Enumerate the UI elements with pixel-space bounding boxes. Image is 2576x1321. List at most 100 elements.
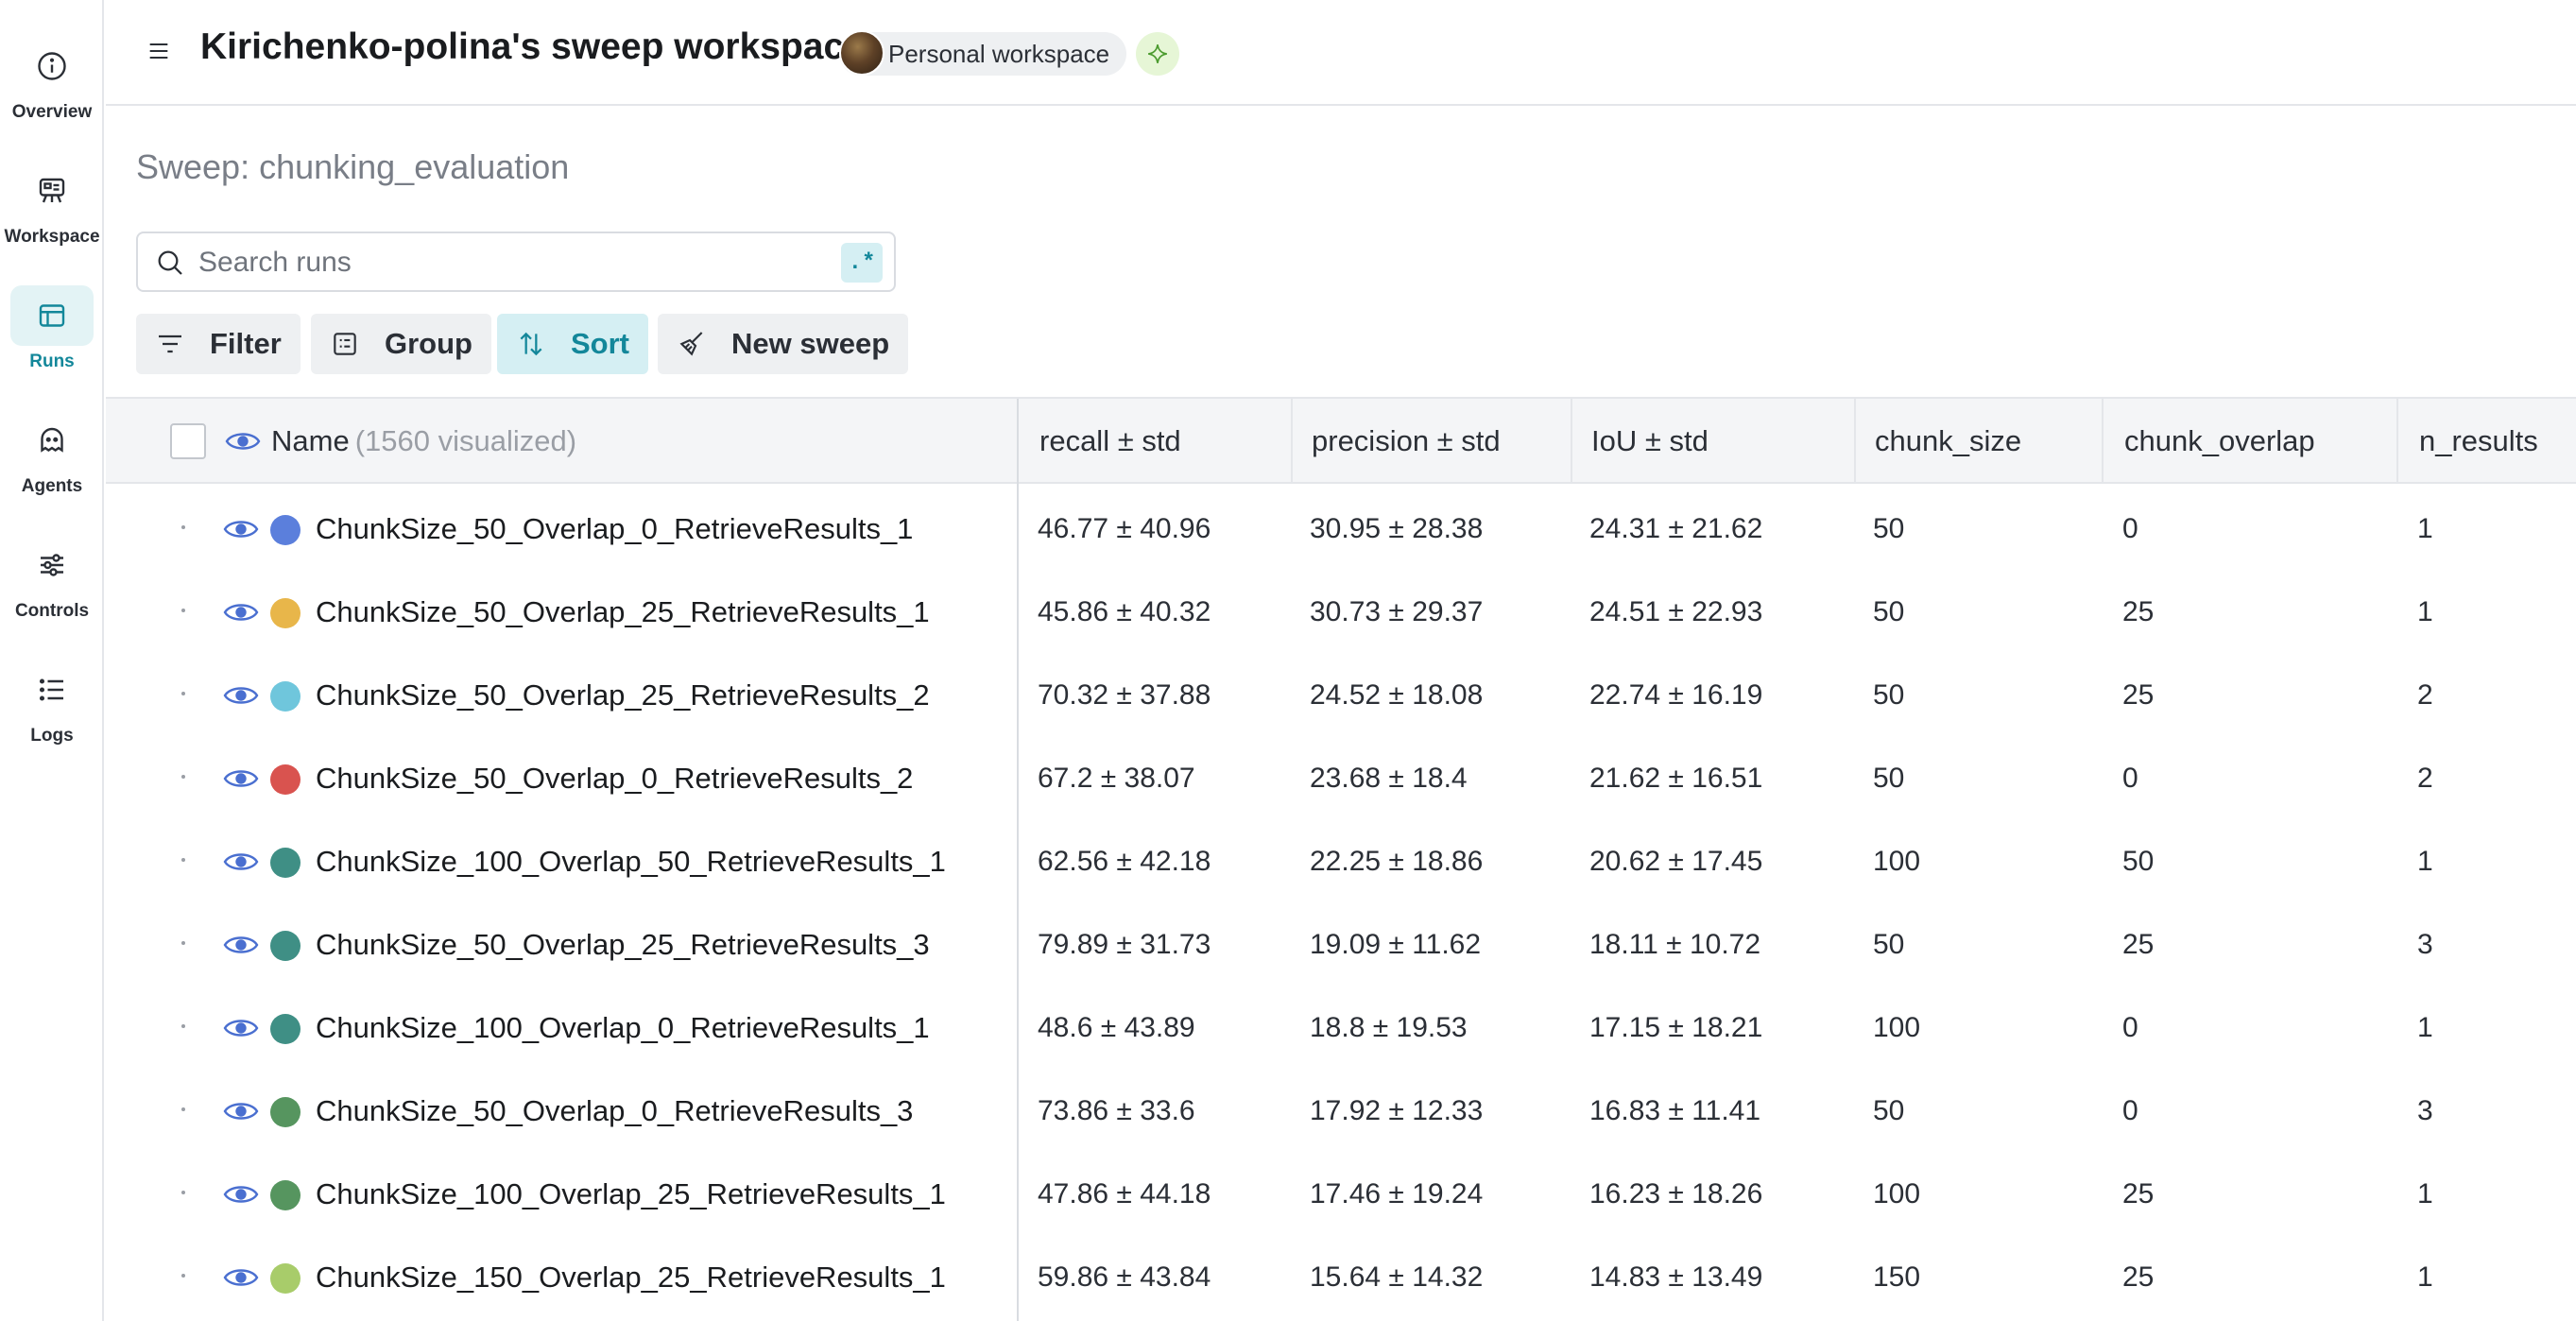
table-cell: 24.51 ± 22.93 [1589, 596, 1763, 627]
table-cell: 50 [1873, 763, 1905, 794]
nav-controls[interactable]: Controls [0, 518, 104, 622]
run-color-swatch[interactable] [270, 1097, 301, 1127]
table-cell: 17.46 ± 19.24 [1310, 1178, 1484, 1209]
row-handle-dot [181, 1024, 185, 1028]
run-color-swatch[interactable] [270, 931, 301, 961]
group-button[interactable]: Group [311, 314, 491, 374]
eye-icon[interactable] [223, 600, 259, 625]
eye-icon[interactable] [223, 766, 259, 791]
run-name[interactable]: ChunkSize_100_Overlap_0_RetrieveResults_… [316, 986, 930, 1070]
eye-icon[interactable] [223, 1265, 259, 1290]
column-header[interactable]: recall ± std [1039, 399, 1181, 484]
table-cell: 100 [1873, 1178, 1921, 1209]
table-row[interactable]: ChunkSize_50_Overlap_0_RetrieveResults_2… [106, 737, 2576, 820]
select-all-checkbox[interactable] [170, 423, 206, 459]
table-row[interactable]: ChunkSize_100_Overlap_25_RetrieveResults… [106, 1153, 2576, 1236]
table-cell: 59.86 ± 43.84 [1038, 1261, 1211, 1293]
table-cell: 2 [2417, 763, 2433, 794]
column-header[interactable]: n_results [2419, 399, 2538, 484]
run-name[interactable]: ChunkSize_150_Overlap_25_RetrieveResults… [316, 1236, 946, 1319]
nav-workspace-label: Workspace [4, 227, 100, 247]
table-icon [10, 285, 94, 346]
eye-icon[interactable] [223, 517, 259, 541]
run-name[interactable]: ChunkSize_100_Overlap_50_RetrieveResults… [316, 820, 946, 903]
filter-button-label: Filter [210, 327, 282, 360]
table-row[interactable]: ChunkSize_50_Overlap_25_RetrieveResults_… [106, 654, 2576, 737]
table-cell: 25 [2122, 1261, 2155, 1293]
search-icon [158, 250, 182, 275]
table-cell: 23.68 ± 18.4 [1310, 763, 1468, 794]
filter-button[interactable]: Filter [136, 314, 301, 374]
eye-icon[interactable] [223, 849, 259, 874]
nav-runs-label: Runs [29, 352, 75, 371]
run-color-swatch[interactable] [270, 764, 301, 795]
table-row[interactable]: ChunkSize_50_Overlap_25_RetrieveResults_… [106, 571, 2576, 654]
table-cell: 14.83 ± 13.49 [1589, 1261, 1763, 1293]
table-row[interactable]: ChunkSize_50_Overlap_25_RetrieveResults_… [106, 903, 2576, 986]
eye-icon[interactable] [223, 1182, 259, 1207]
column-divider [1854, 399, 1856, 484]
run-name[interactable]: ChunkSize_50_Overlap_25_RetrieveResults_… [316, 903, 930, 986]
table-cell: 70.32 ± 37.88 [1038, 679, 1211, 711]
table-cell: 48.6 ± 43.89 [1038, 1012, 1195, 1043]
table-cell: 17.92 ± 12.33 [1310, 1095, 1484, 1126]
table-cell: 50 [1873, 679, 1905, 711]
table-row[interactable]: ChunkSize_150_Overlap_25_RetrieveResults… [106, 1236, 2576, 1319]
run-color-swatch[interactable] [270, 1014, 301, 1044]
table-cell: 1 [2417, 513, 2433, 544]
run-name[interactable]: ChunkSize_50_Overlap_0_RetrieveResults_1 [316, 488, 913, 571]
table-cell: 1 [2417, 1178, 2433, 1209]
eye-icon[interactable] [223, 683, 259, 708]
hamburger-menu-icon[interactable] [144, 36, 174, 66]
search-input[interactable] [198, 239, 765, 286]
eye-icon[interactable] [225, 429, 261, 454]
table-row[interactable]: ChunkSize_50_Overlap_0_RetrieveResults_1… [106, 488, 2576, 571]
nav-runs[interactable]: Runs [0, 268, 104, 372]
table-row[interactable]: ChunkSize_50_Overlap_0_RetrieveResults_3… [106, 1070, 2576, 1153]
new-sweep-button[interactable]: New sweep [658, 314, 909, 374]
run-color-swatch[interactable] [270, 1263, 301, 1294]
run-color-swatch[interactable] [270, 681, 301, 712]
eye-icon[interactable] [223, 933, 259, 957]
row-handle-dot [181, 1107, 185, 1111]
sliders-icon [10, 535, 94, 595]
nav-overview[interactable]: Overview [0, 19, 104, 123]
run-name[interactable]: ChunkSize_50_Overlap_0_RetrieveResults_2 [316, 737, 913, 820]
run-color-swatch[interactable] [270, 598, 301, 628]
table-cell: 21.62 ± 16.51 [1589, 763, 1763, 794]
table-cell: 50 [2122, 846, 2155, 877]
regex-toggle-button[interactable]: .* [841, 243, 883, 283]
run-name[interactable]: ChunkSize_50_Overlap_25_RetrieveResults_… [316, 571, 930, 654]
eye-icon[interactable] [223, 1099, 259, 1124]
table-cell: 30.73 ± 29.37 [1310, 596, 1484, 627]
nav-agents[interactable]: Agents [0, 393, 104, 497]
row-handle-dot [181, 1191, 185, 1194]
column-header[interactable]: IoU ± std [1591, 399, 1709, 484]
table-cell: 20.62 ± 17.45 [1589, 846, 1763, 877]
run-color-swatch[interactable] [270, 848, 301, 878]
column-header[interactable]: chunk_overlap [2124, 399, 2315, 484]
table-row[interactable]: ChunkSize_100_Overlap_50_RetrieveResults… [106, 820, 2576, 903]
run-color-swatch[interactable] [270, 1180, 301, 1210]
visualized-count: (1560 visualized) [354, 424, 577, 457]
run-color-swatch[interactable] [270, 515, 301, 545]
table-row[interactable]: ChunkSize_100_Overlap_0_RetrieveResults_… [106, 986, 2576, 1070]
top-bar: Kirichenko-polina's sweep workspace Pers… [106, 0, 2576, 106]
eye-icon[interactable] [223, 1016, 259, 1040]
search-box: .* [136, 232, 896, 292]
row-handle-dot [181, 1274, 185, 1278]
column-header[interactable]: precision ± std [1312, 399, 1501, 484]
name-column-header[interactable]: Name (1560 visualized) [271, 399, 576, 484]
run-name[interactable]: ChunkSize_50_Overlap_25_RetrieveResults_… [316, 654, 930, 737]
nav-workspace[interactable]: Workspace [0, 144, 104, 248]
column-header[interactable]: chunk_size [1875, 399, 2021, 484]
table-cell: 15.64 ± 14.32 [1310, 1261, 1484, 1293]
sort-button[interactable]: Sort [497, 314, 648, 374]
table-cell: 25 [2122, 929, 2155, 960]
run-name[interactable]: ChunkSize_50_Overlap_0_RetrieveResults_3 [316, 1070, 913, 1153]
run-name[interactable]: ChunkSize_100_Overlap_25_RetrieveResults… [316, 1153, 946, 1236]
ai-assistant-button[interactable] [1136, 32, 1179, 76]
sort-arrows-icon [520, 332, 542, 356]
list-icon [10, 660, 94, 720]
nav-logs[interactable]: Logs [0, 643, 104, 746]
